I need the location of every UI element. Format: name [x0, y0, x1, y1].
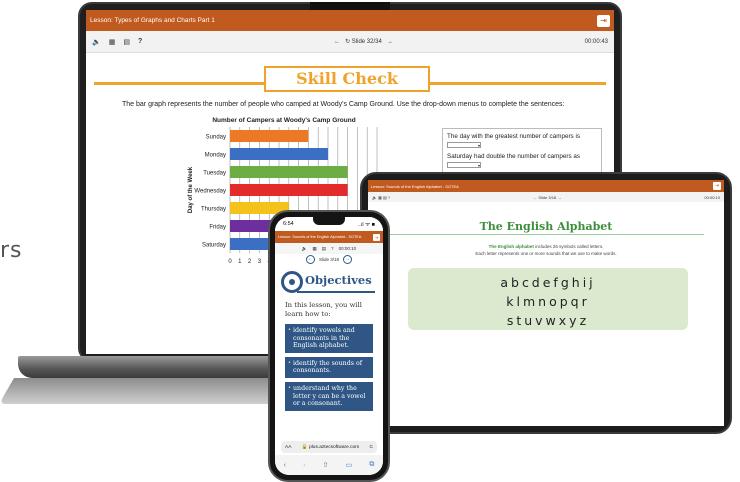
lesson-title: Lesson: Types of Graphs and Charts Part … [90, 17, 215, 24]
phone-help-icon[interactable]: ? [331, 246, 334, 251]
phone-calculator-icon[interactable]: ▦ [313, 246, 317, 252]
phone-notes-icon[interactable]: ▤ [322, 246, 326, 252]
x-tick-label: 0 [228, 259, 232, 265]
lesson-timer: 00:00:43 [584, 38, 608, 45]
slide-navigation: ← ↻ Slide 32/34 → [334, 38, 393, 46]
objectives-target-icon [281, 271, 303, 293]
alphabet-box: abcdefghij klmnopqr stuvwxyz [408, 268, 688, 330]
bookmarks-icon[interactable]: ▭ [346, 461, 353, 469]
answer-2-dropdown[interactable]: ▾ [447, 162, 481, 168]
tablet-exit-icon[interactable]: ⇥ [713, 182, 721, 190]
category-label: Saturday [202, 243, 226, 249]
category-label: Wednesday [194, 189, 226, 195]
category-label: Friday [209, 225, 226, 231]
category-label: Thursday [201, 207, 226, 213]
exit-icon[interactable]: ⇥ [597, 14, 610, 27]
phone-next-button[interactable]: → [343, 255, 352, 264]
forward-icon[interactable]: › [303, 462, 305, 469]
phone-speaker-icon[interactable]: 🔈 [302, 246, 308, 252]
tabs-icon[interactable]: ⧉ [369, 461, 374, 469]
objectives-intro: In this lesson, you will learn how to: [285, 301, 362, 318]
bar [230, 166, 348, 178]
phone-slide-counter: Slide 3/18 [318, 257, 339, 262]
alphabet-heading: The English Alphabet [479, 220, 613, 233]
tablet-slide-counter: ← Slide 3/18 → [533, 194, 562, 200]
share-icon[interactable]: ⇧ [323, 461, 329, 469]
prev-slide-button[interactable]: ← [334, 39, 340, 45]
phone-slide-navigation: ← Slide 3/18 → [275, 254, 383, 265]
page-title: Skill Check [264, 66, 430, 92]
alphabet-description: The English alphabet includes 26 symbols… [475, 244, 617, 256]
tablet-timer: 00:00:10 [704, 194, 720, 200]
lesson-title-bar: Lesson: Types of Graphs and Charts Part … [86, 10, 614, 31]
next-slide-button[interactable]: → [387, 39, 393, 45]
notes-icon[interactable]: ▤ [123, 38, 130, 46]
bar [230, 184, 348, 196]
phone-exit-icon[interactable]: ⇥ [373, 233, 380, 241]
tablet-toolbar-icons[interactable]: 🔈 ▦ ▤ ? [372, 195, 390, 200]
tablet-title-bar: Lesson: Sounds of the English Alphabet -… [368, 180, 724, 192]
phone-bottom-bar: ‹ › ⇧ ▭ ⧉ [275, 455, 383, 475]
device-mockup-stage: rs Lesson: Types of Graphs and Charts Pa… [0, 0, 740, 482]
phone-timer: 00:00:10 [338, 246, 357, 251]
chart-title: Number of Campers at Woody's Camp Ground [212, 117, 355, 124]
phone-screen: 6:54 ..ıl ᯤ ■ Lesson: Sounds of the Engl… [275, 217, 383, 475]
x-tick-label: 3 [258, 259, 262, 265]
objective-item: understand why the letter y can be a vow… [285, 381, 373, 411]
phone-lesson-title: Lesson: Sounds of the English Alphabet -… [278, 235, 362, 239]
reload-button[interactable]: C [370, 445, 373, 450]
reader-mode-button[interactable]: AA [285, 445, 291, 450]
alphabet-row-2: klmnopqr [506, 294, 590, 309]
phone-toolbar: 🔈 ▦ ▤ ? 00:00:10 [275, 243, 383, 254]
alphabet-row-3: stuvwxyz [506, 313, 590, 328]
category-label: Monday [205, 153, 226, 159]
instructions-text: The bar graph represents the number of p… [122, 101, 565, 108]
slide-counter: ↻ Slide 32/34 [345, 39, 382, 45]
help-icon[interactable]: ? [138, 38, 142, 46]
question-1: The day with the greatest number of camp… [447, 133, 580, 140]
x-tick-label: 2 [248, 259, 252, 265]
url-text: 🔒 plus.aztecsoftware.com [301, 444, 360, 450]
heading-rule-right [428, 82, 606, 85]
alphabet-row-1: abcdefghij [500, 275, 596, 290]
phone-time: 6:54 [283, 221, 294, 227]
phone-signal-icon: ..ıl ᯤ ■ [357, 222, 375, 228]
tablet-toolbar: 🔈 ▦ ▤ ? ← Slide 3/18 → 00:00:10 [368, 192, 724, 202]
bar [230, 130, 309, 142]
objective-item: identify vowels and consonants in the En… [285, 324, 373, 353]
phone-notch [313, 217, 345, 225]
objective-item: identify the sounds of consonants. [285, 356, 373, 378]
answer-1-dropdown[interactable]: ▾ [447, 142, 481, 148]
objectives-header: Objectives [275, 269, 383, 295]
category-label: Tuesday [203, 171, 226, 177]
back-icon[interactable]: ‹ [284, 462, 286, 469]
category-label: Sunday [206, 135, 226, 141]
refresh-icon[interactable]: ↻ [345, 39, 350, 45]
objectives-rule [297, 291, 375, 293]
tablet-lesson-title: Lesson: Sounds of the English Alphabet -… [371, 183, 459, 189]
lesson-toolbar: 🔈 ▦ ▤ ? ← ↻ Slide 32/34 → 00:00:43 [86, 31, 614, 53]
objectives-title: Objectives [305, 273, 372, 287]
stray-text: rs [0, 238, 23, 263]
alphabet-heading-rule [388, 234, 704, 235]
phone-title-bar: Lesson: Sounds of the English Alphabet -… [275, 231, 383, 243]
question-2: Saturday had double the number of camper… [447, 153, 581, 160]
calculator-icon[interactable]: ▦ [109, 38, 116, 46]
bar [230, 148, 328, 160]
y-axis-label: Day of the Week [188, 166, 194, 213]
phone-url-bar[interactable]: AA 🔒 plus.aztecsoftware.com C [281, 441, 377, 453]
x-tick-label: 1 [238, 259, 242, 265]
speaker-icon[interactable]: 🔈 [92, 38, 101, 46]
heading-rule-left [94, 82, 266, 85]
phone-prev-button[interactable]: ← [305, 255, 315, 264]
tablet-screen: Lesson: Sounds of the English Alphabet -… [368, 180, 724, 426]
